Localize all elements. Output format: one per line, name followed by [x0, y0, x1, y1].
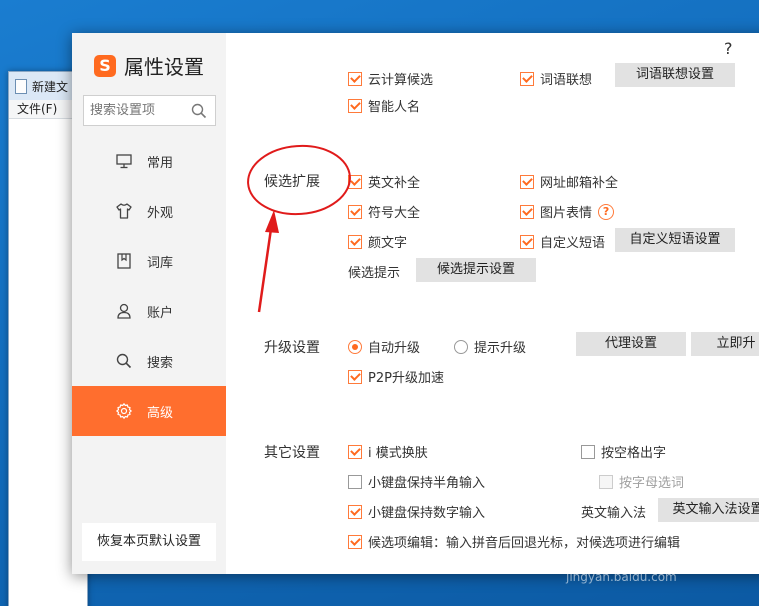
upgrade-section-title: 升级设置 — [264, 340, 320, 356]
sidebar-item-account[interactable]: 账户 — [72, 286, 226, 336]
notepad-title: 新建文 — [32, 79, 69, 94]
english-complete-option[interactable]: 英文补全 — [348, 172, 420, 191]
custom-phrase-checkbox[interactable] — [520, 234, 534, 249]
i-mode-checkbox[interactable] — [348, 444, 362, 459]
upgrade-now-button[interactable]: 立即升 — [691, 332, 759, 356]
symbols-option[interactable]: 符号大全 — [348, 202, 420, 221]
cloud-candidate-label: 云计算候选 — [368, 73, 434, 88]
candidate-hint-settings-button[interactable]: 候选提示设置 — [416, 258, 536, 282]
user-icon — [117, 303, 131, 319]
prompt-upgrade-option[interactable]: 提示升级 — [454, 337, 526, 356]
edit-candidate-label: 候选项编辑：输入拼音后回退光标，对候选项进行编辑 — [368, 536, 681, 551]
sidebar-item-label: 外观 — [147, 205, 174, 221]
auto-upgrade-radio[interactable] — [348, 339, 362, 354]
symbols-checkbox[interactable] — [348, 204, 362, 219]
english-complete-label: 英文补全 — [368, 176, 421, 191]
letter-select-label: 按字母选词 — [619, 476, 685, 491]
sidebar-item-advanced[interactable]: 高级 — [72, 386, 226, 436]
word-assoc-settings-button[interactable]: 词语联想设置 — [615, 63, 735, 87]
search-input[interactable] — [90, 103, 190, 118]
question-circle-icon[interactable]: ? — [598, 203, 615, 220]
prompt-upgrade-label: 提示升级 — [474, 341, 527, 356]
space-output-checkbox[interactable] — [581, 444, 595, 459]
sidebar-nav: 常用 外观 词库 账户 搜索 高级 — [72, 136, 226, 436]
p2p-checkbox[interactable] — [348, 369, 362, 384]
cloud-candidate-checkbox[interactable] — [348, 71, 362, 86]
sidebar-item-label: 搜索 — [147, 355, 174, 371]
prompt-upgrade-radio[interactable] — [454, 339, 468, 354]
tshirt-icon — [116, 203, 132, 219]
edit-candidate-checkbox[interactable] — [348, 534, 362, 549]
sidebar-item-label: 高级 — [147, 405, 174, 421]
symbols-label: 符号大全 — [368, 206, 421, 221]
book-icon — [117, 253, 131, 269]
word-assoc-label: 词语联想 — [540, 73, 593, 88]
candidate-section-title: 候选扩展 — [264, 174, 320, 190]
watermark: jingyan.baidu.com — [566, 570, 677, 584]
letter-select-checkbox — [599, 474, 613, 489]
url-email-option[interactable]: 网址邮箱补全 — [520, 172, 618, 191]
monitor-icon — [116, 154, 132, 169]
numeric-keypad-option[interactable]: 小键盘保持数字输入 — [348, 502, 485, 521]
space-output-option[interactable]: 按空格出字 — [581, 442, 666, 461]
cloud-candidate-option[interactable]: 云计算候选 — [348, 69, 433, 88]
image-emoji-label: 图片表情 — [540, 206, 593, 221]
candidate-hint-label: 候选提示 — [348, 266, 401, 281]
half-width-checkbox[interactable] — [348, 474, 362, 489]
gear-icon — [116, 403, 132, 419]
dialog-title: 属性设置 — [124, 55, 204, 79]
custom-phrase-label: 自定义短语 — [540, 236, 606, 251]
half-width-option[interactable]: 小键盘保持半角输入 — [348, 472, 485, 491]
settings-sidebar: S 属性设置 常用 外观 词库 — [72, 33, 226, 574]
sidebar-item-label: 账户 — [147, 305, 174, 321]
sogou-logo-icon: S — [94, 54, 116, 77]
p2p-label: P2P升级加速 — [368, 371, 444, 386]
smart-name-checkbox[interactable] — [348, 98, 362, 113]
sidebar-item-dictionary[interactable]: 词库 — [72, 236, 226, 286]
numeric-keypad-label: 小键盘保持数字输入 — [368, 506, 486, 521]
kaomoji-label: 颜文字 — [368, 236, 408, 251]
space-output-label: 按空格出字 — [601, 446, 667, 461]
word-assoc-checkbox[interactable] — [520, 71, 534, 86]
edit-candidate-option[interactable]: 候选项编辑：输入拼音后回退光标，对候选项进行编辑 — [348, 532, 680, 551]
i-mode-option[interactable]: i 模式换肤 — [348, 442, 428, 461]
settings-dialog: S 属性设置 常用 外观 词库 — [72, 33, 759, 574]
auto-upgrade-label: 自动升级 — [368, 341, 421, 356]
image-emoji-option[interactable]: 图片表情 ? — [520, 202, 615, 221]
auto-upgrade-option[interactable]: 自动升级 — [348, 337, 420, 356]
proxy-settings-button[interactable]: 代理设置 — [576, 332, 686, 356]
half-width-label: 小键盘保持半角输入 — [368, 476, 486, 491]
image-emoji-checkbox[interactable] — [520, 204, 534, 219]
restore-defaults-button[interactable]: 恢复本页默认设置 — [82, 523, 216, 561]
url-email-label: 网址邮箱补全 — [540, 176, 619, 191]
sidebar-item-common[interactable]: 常用 — [72, 136, 226, 186]
smart-name-label: 智能人名 — [368, 100, 421, 115]
settings-content: 云计算候选 词语联想 词语联想设置 智能人名 候选扩展 英文补全 网址邮箱补全 … — [226, 33, 759, 574]
search-icon — [116, 353, 132, 369]
search-icon[interactable] — [191, 103, 207, 119]
english-complete-checkbox[interactable] — [348, 174, 362, 189]
english-method-label: 英文输入法 — [581, 506, 647, 521]
kaomoji-checkbox[interactable] — [348, 234, 362, 249]
other-section-title: 其它设置 — [264, 445, 320, 461]
sidebar-item-label: 常用 — [147, 155, 174, 171]
custom-phrase-option[interactable]: 自定义短语 — [520, 232, 605, 251]
url-email-checkbox[interactable] — [520, 174, 534, 189]
kaomoji-option[interactable]: 颜文字 — [348, 232, 407, 251]
smart-name-option[interactable]: 智能人名 — [348, 96, 420, 115]
sidebar-item-appearance[interactable]: 外观 — [72, 186, 226, 236]
letter-select-option: 按字母选词 — [599, 472, 684, 491]
brand: S 属性设置 — [94, 51, 204, 80]
custom-phrase-settings-button[interactable]: 自定义短语设置 — [615, 228, 735, 252]
p2p-option[interactable]: P2P升级加速 — [348, 367, 444, 386]
word-assoc-option[interactable]: 词语联想 — [520, 69, 592, 88]
english-method-settings-button[interactable]: 英文输入法设置 — [658, 498, 759, 522]
sidebar-item-search[interactable]: 搜索 — [72, 336, 226, 386]
document-icon — [15, 78, 27, 94]
sidebar-item-label: 词库 — [147, 255, 174, 271]
search-box[interactable] — [83, 95, 216, 126]
i-mode-label: i 模式换肤 — [368, 446, 428, 461]
numeric-keypad-checkbox[interactable] — [348, 504, 362, 519]
